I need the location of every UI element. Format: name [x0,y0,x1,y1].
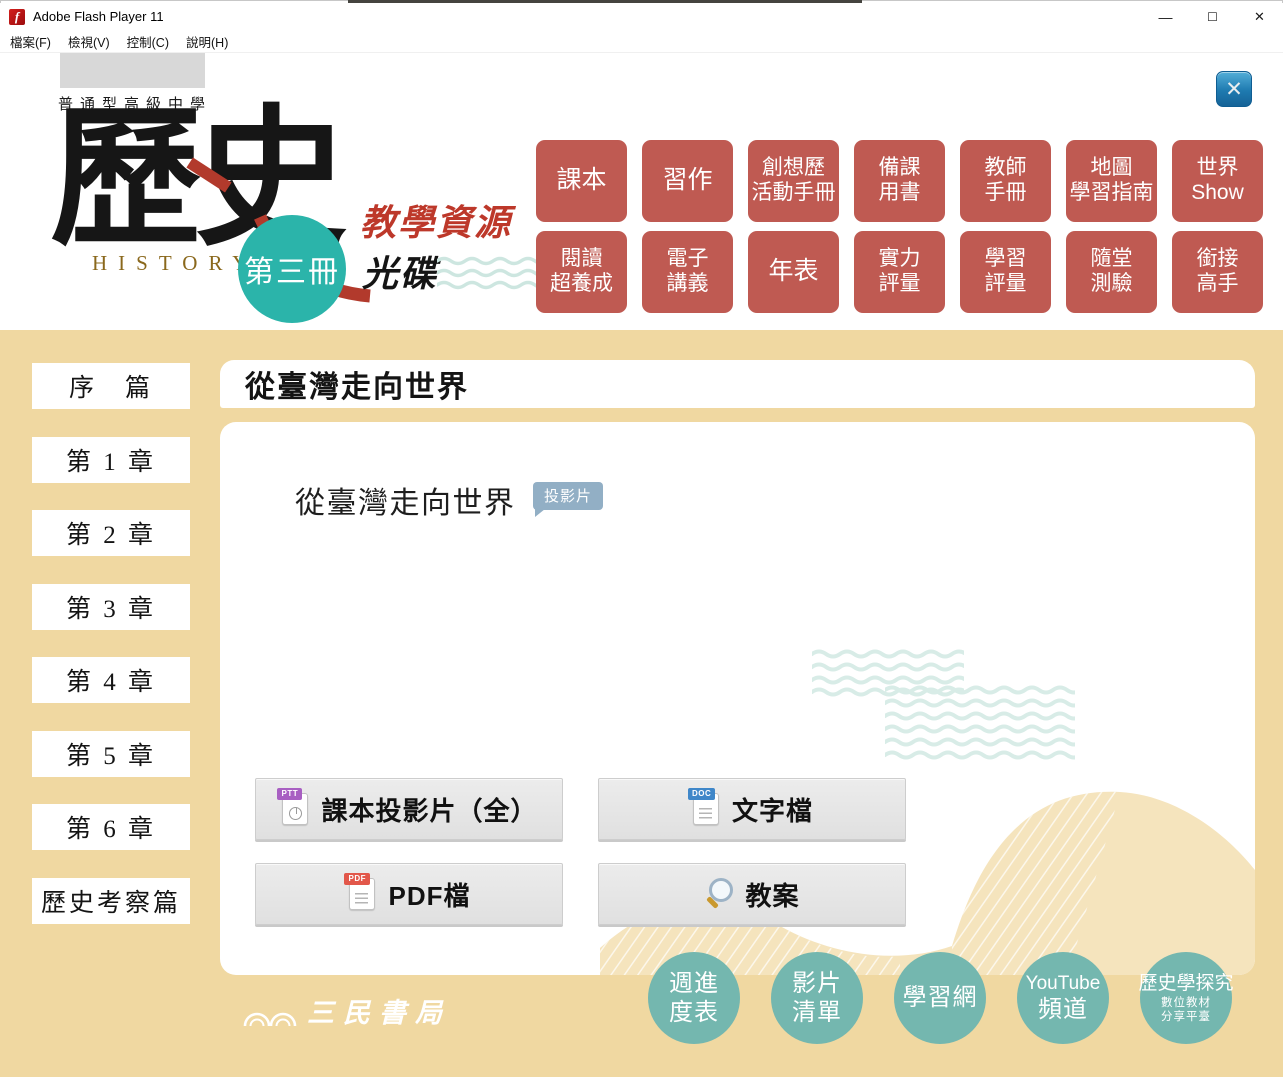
sidebar-item-fieldwork[interactable]: 歷史考察篇 [32,878,190,924]
window-controls: — ☐ ✕ [1142,3,1283,30]
resource-activity-handbook-button[interactable]: 創想歷活動手冊 [748,140,839,222]
flash-player-icon: f [9,9,25,25]
subtitle-disc: 光碟 [362,245,438,297]
resource-textbook-button[interactable]: 課本 [536,140,627,222]
app-close-button[interactable]: ✕ [1216,71,1252,107]
menu-control[interactable]: 控制(C) [127,32,169,51]
sidebar-item-chapter-3[interactable]: 第 3 章 [32,584,190,630]
volume-badge: 第三冊 [238,215,346,323]
content-header-bar: 從臺灣走向世界 [220,360,1255,408]
sanmin-arches-icon [243,1000,297,1027]
sidebar-item-chapter-5[interactable]: 第 5 章 [32,731,190,777]
pdf-file-icon: PDF [347,876,377,912]
file-type-label: DOC [688,788,715,800]
publisher-logo: 三民書局 [243,1000,451,1027]
resource-ability-assessment-button[interactable]: 實力評量 [854,231,945,313]
file-type-label: PDF [344,873,370,885]
ppt-file-icon: PTT [280,791,310,827]
sidebar-item-chapter-2[interactable]: 第 2 章 [32,510,190,556]
resource-learning-assessment-button[interactable]: 學習評量 [960,231,1051,313]
slides-tag: 投影片 [533,482,603,510]
weekly-schedule-circle[interactable]: 週進 度表 [648,952,740,1044]
window-title: Adobe Flash Player 11 [33,9,164,24]
pdf-file-button[interactable]: PDF PDF檔 [255,863,563,925]
resource-button-grid: 課本 習作 創想歷活動手冊 備課用書 教師手冊 地圖學習指南 世界Show 閱讀… [536,140,1263,313]
resource-bridging-master-button[interactable]: 銜接高手 [1172,231,1263,313]
sidebar-item-intro[interactable]: 序 篇 [32,363,190,409]
resource-reading-plus-button[interactable]: 閱讀超養成 [536,231,627,313]
menu-help[interactable]: 說明(H) [186,32,228,51]
content-header-title: 從臺灣走向世界 [245,362,469,406]
doc-file-icon: DOC [691,791,721,827]
history-inquiry-circle[interactable]: 歷史學探究 數位教材 分享平臺 [1140,952,1232,1044]
menu-file[interactable]: 檔案(F) [10,32,51,51]
hills-decoration [600,740,1255,975]
sidebar-item-chapter-1[interactable]: 第 1 章 [32,437,190,483]
file-type-label: PTT [277,788,302,800]
slide-section-title: 從臺灣走向世界 [295,478,516,522]
text-file-button[interactable]: DOC 文字檔 [598,778,906,840]
app-header: 普通型高級中學 歷史 HISTORY 第三冊 教學資源 光碟 ✕ 課本 習作 創… [0,53,1283,330]
magnifier-icon [704,877,734,911]
sidebar-item-chapter-6[interactable]: 第 6 章 [32,804,190,850]
minimize-button[interactable]: — [1142,3,1189,30]
sidebar-item-chapter-4[interactable]: 第 4 章 [32,657,190,703]
app-window: f Adobe Flash Player 11 — ☐ ✕ 檔案(F) 檢視(V… [0,0,1283,1077]
wave-decoration [437,255,537,299]
window-close-button[interactable]: ✕ [1236,3,1283,30]
learning-web-circle[interactable]: 學習網 [894,952,986,1044]
menu-bar: 檔案(F) 檢視(V) 控制(C) 說明(H) [0,30,1283,53]
maximize-button[interactable]: ☐ [1189,3,1236,30]
lesson-plan-button[interactable]: 教案 [598,863,906,925]
publisher-name: 三民書局 [307,1000,451,1027]
slides-all-button[interactable]: PTT 課本投影片（全） [255,778,563,840]
content-panel: 從臺灣走向世界 投影片 PTT 課本投影片（全） [220,422,1255,975]
window-titlebar: f Adobe Flash Player 11 — ☐ ✕ [0,3,1283,30]
resource-timeline-button[interactable]: 年表 [748,231,839,313]
youtube-channel-circle[interactable]: YouTube 頻道 [1017,952,1109,1044]
app-title-english: HISTORY [92,251,258,276]
resource-quiz-button[interactable]: 隨堂測驗 [1066,231,1157,313]
resource-workbook-button[interactable]: 習作 [642,140,733,222]
resource-e-lecture-button[interactable]: 電子講義 [642,231,733,313]
resource-map-study-guide-button[interactable]: 地圖學習指南 [1066,140,1157,222]
publisher-logo-redacted [60,53,205,88]
resource-teacher-manual-button[interactable]: 教師手冊 [960,140,1051,222]
resource-lesson-prep-book-button[interactable]: 備課用書 [854,140,945,222]
subtitle-teaching-resources: 教學資源 [360,194,512,246]
menu-view[interactable]: 檢視(V) [68,32,110,51]
video-list-circle[interactable]: 影片 清單 [771,952,863,1044]
resource-world-show-button[interactable]: 世界Show [1172,140,1263,222]
main-area: 序 篇 第 1 章 第 2 章 第 3 章 第 4 章 第 5 章 第 6 章 … [0,330,1283,1077]
